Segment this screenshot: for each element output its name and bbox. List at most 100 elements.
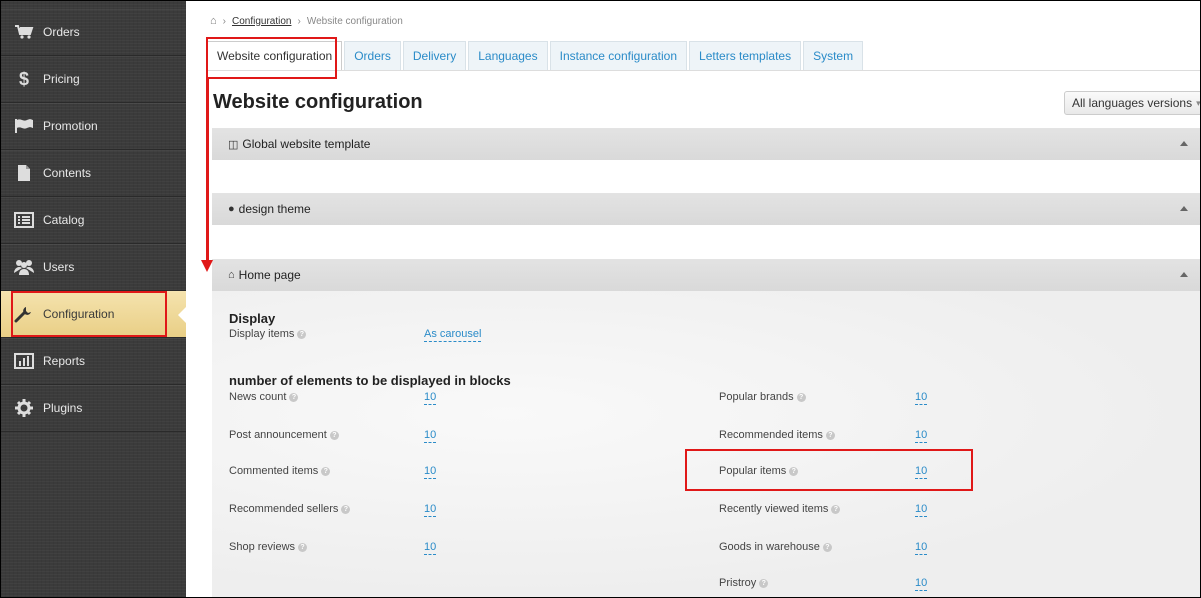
help-icon[interactable]: ?: [289, 392, 299, 402]
sidebar-item-contents[interactable]: Contents: [1, 150, 186, 197]
help-icon[interactable]: ?: [321, 466, 331, 476]
tab-delivery[interactable]: Delivery: [402, 41, 467, 70]
breadcrumb-link-configuration[interactable]: Configuration: [232, 16, 291, 27]
setting-label-post-announcement: Post announcement?: [229, 429, 339, 441]
panel-global-website-template[interactable]: ◫ Global website template: [212, 128, 1200, 160]
sidebar-item-label: Promotion: [43, 119, 98, 133]
setting-label: Recently viewed items: [719, 503, 829, 515]
setting-label-commented-items: Commented items?: [229, 465, 331, 477]
sidebar-item-pricing[interactable]: $ Pricing: [1, 56, 186, 103]
cart-icon: [13, 23, 35, 41]
annotation-configuration-highlight: [11, 291, 167, 337]
languages-dropdown-label: All languages versions: [1072, 96, 1193, 110]
gear-icon: [13, 399, 35, 417]
panel-title: design theme: [238, 202, 311, 216]
sidebar-item-plugins[interactable]: Plugins: [1, 385, 186, 432]
section-title-blocks: number of elements to be displayed in bl…: [229, 373, 511, 388]
help-icon[interactable]: ?: [298, 542, 308, 552]
panel-home-page[interactable]: ⌂ Home page: [212, 259, 1200, 291]
post-announcement-value[interactable]: 10: [424, 429, 437, 443]
tab-languages[interactable]: Languages: [468, 41, 548, 70]
setting-label: Recommended sellers: [229, 503, 339, 515]
sidebar-item-label: Users: [43, 260, 75, 274]
news-count-value[interactable]: 10: [424, 391, 437, 405]
setting-label-recommended-items: Recommended items?: [719, 429, 835, 441]
display-items-value[interactable]: As carousel: [424, 328, 482, 342]
sidebar-item-label: Orders: [43, 25, 80, 39]
help-icon[interactable]: ?: [822, 542, 832, 552]
setting-label-shop-reviews: Shop reviews?: [229, 541, 308, 553]
sidebar-item-orders[interactable]: Orders: [1, 9, 186, 56]
setting-label: Popular brands: [719, 391, 794, 403]
setting-label-news-count: News count?: [229, 391, 299, 403]
columns-icon: ◫: [228, 138, 239, 151]
pristroy-value[interactable]: 10: [915, 577, 928, 591]
breadcrumb-separator: ›: [297, 15, 301, 27]
help-icon[interactable]: ?: [341, 504, 351, 514]
help-icon[interactable]: ?: [759, 578, 769, 588]
setting-label: Commented items: [229, 465, 319, 477]
active-indicator: [178, 306, 187, 324]
commented-items-value[interactable]: 10: [424, 465, 437, 479]
caret-down-icon: ▾: [1196, 97, 1201, 108]
app-frame: Orders $ Pricing Promotion Contents Cata…: [0, 0, 1201, 598]
recommended-sellers-value[interactable]: 10: [424, 503, 437, 517]
list-icon: [13, 211, 35, 229]
annotation-arrowhead: [201, 260, 213, 272]
sidebar-item-reports[interactable]: Reports: [1, 338, 186, 385]
sidebar-item-label: Plugins: [43, 401, 83, 415]
help-icon[interactable]: ?: [825, 430, 835, 440]
sidebar-item-promotion[interactable]: Promotion: [1, 103, 186, 150]
setting-label-recommended-sellers: Recommended sellers?: [229, 503, 351, 515]
setting-label-pristroy: Pristroy?: [719, 577, 769, 589]
flag-icon: [13, 117, 35, 135]
sidebar-item-label: Contents: [43, 166, 92, 180]
shop-reviews-value[interactable]: 10: [424, 541, 437, 555]
panel-design-theme[interactable]: ● design theme: [212, 193, 1200, 225]
collapse-icon[interactable]: [1180, 272, 1188, 277]
sidebar-item-label: Catalog: [43, 213, 85, 227]
languages-dropdown-button[interactable]: All languages versions ▾: [1064, 91, 1201, 115]
home-icon: ⌂: [228, 269, 235, 281]
recommended-items-value[interactable]: 10: [915, 429, 928, 443]
breadcrumb: ⌂ › Configuration › Website configuratio…: [210, 15, 403, 27]
document-icon: [13, 164, 35, 182]
collapse-icon[interactable]: [1180, 206, 1188, 211]
sidebar-item-users[interactable]: Users: [1, 244, 186, 291]
help-icon[interactable]: ?: [329, 430, 339, 440]
annotation-arrow-line: [206, 77, 209, 263]
tab-instance-configuration[interactable]: Instance configuration: [549, 41, 688, 70]
panel-title: Home page: [238, 268, 301, 282]
help-icon[interactable]: ?: [297, 329, 307, 339]
section-title-display: Display: [229, 311, 276, 326]
panel-title: Global website template: [242, 137, 371, 151]
annotation-popular-items-highlight: [685, 449, 973, 491]
setting-label: Post announcement: [229, 429, 327, 441]
home-page-settings: Display Display items ? As carousel numb…: [212, 291, 1200, 597]
collapse-icon[interactable]: [1180, 141, 1188, 146]
setting-label-display-items: Display items ?: [229, 328, 307, 340]
sidebar-item-catalog[interactable]: Catalog: [1, 197, 186, 244]
setting-label-recently-viewed-items: Recently viewed items?: [719, 503, 841, 515]
help-icon[interactable]: ?: [831, 504, 841, 514]
help-icon[interactable]: ?: [796, 392, 806, 402]
recently-viewed-items-value[interactable]: 10: [915, 503, 928, 517]
setting-label: Recommended items: [719, 429, 823, 441]
tabs-divider: [207, 70, 1200, 71]
breadcrumb-separator: ›: [222, 15, 226, 27]
home-icon[interactable]: ⌂: [210, 15, 217, 27]
sidebar-item-label: Pricing: [43, 72, 80, 86]
setting-label: Display items: [229, 328, 295, 340]
setting-label-popular-brands: Popular brands?: [719, 391, 806, 403]
drop-icon: ●: [228, 203, 235, 215]
tab-letters-templates[interactable]: Letters templates: [689, 41, 802, 70]
tab-orders[interactable]: Orders: [344, 41, 401, 70]
tab-system[interactable]: System: [803, 41, 864, 70]
setting-label-goods-in-warehouse: Goods in warehouse?: [719, 541, 832, 553]
goods-in-warehouse-value[interactable]: 10: [915, 541, 928, 555]
setting-label: Goods in warehouse: [719, 541, 820, 553]
popular-brands-value[interactable]: 10: [915, 391, 928, 405]
setting-label: Shop reviews: [229, 541, 296, 553]
setting-label: Pristroy: [719, 577, 757, 589]
page-title: Website configuration: [213, 91, 423, 113]
